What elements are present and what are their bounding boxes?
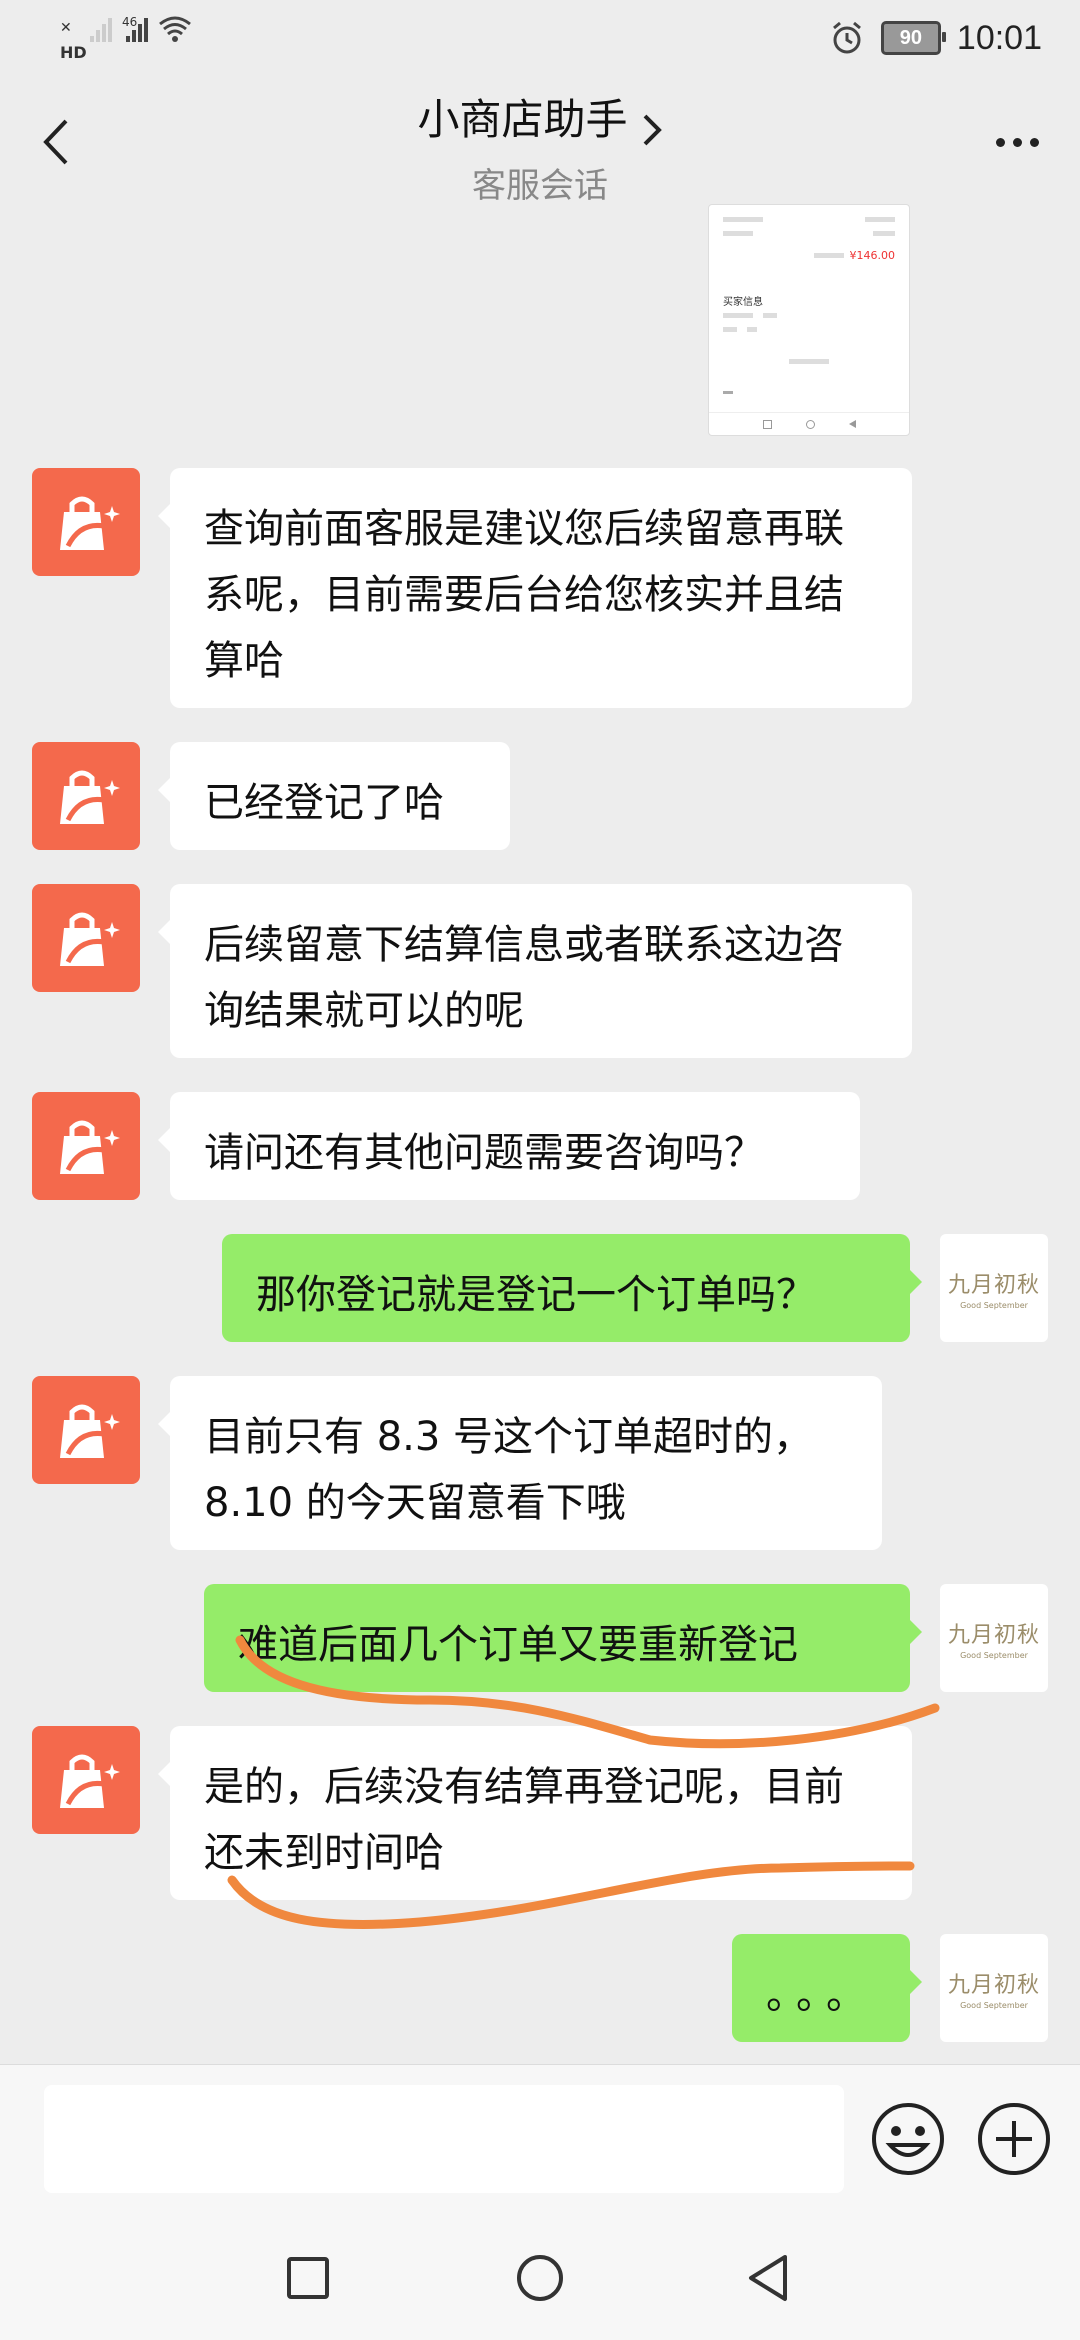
thumb-price-row: ¥146.00 xyxy=(723,249,895,262)
thumb-row xyxy=(723,359,895,364)
thumb-section: 买家信息 xyxy=(723,297,763,308)
chat-title[interactable]: 小商店助手 xyxy=(417,95,627,144)
user-avatar[interactable]: 九月初秋 Good September xyxy=(940,1934,1048,2042)
svg-text:✕: ✕ xyxy=(60,20,72,36)
status-right: 90 10:01 xyxy=(829,14,1042,62)
alarm-icon xyxy=(832,21,861,54)
triangle-back-icon xyxy=(749,2255,787,2301)
dot-icon xyxy=(1029,137,1039,147)
user-avatar[interactable]: 九月初秋 Good September xyxy=(940,1234,1048,1342)
shopping-bag-icon xyxy=(60,1404,120,1458)
input-bar xyxy=(0,2064,1080,2215)
thumb-row xyxy=(723,327,895,332)
thumb-navbar xyxy=(709,412,909,435)
shopping-bag-icon xyxy=(60,912,120,966)
svg-text:HD: HD xyxy=(60,43,87,60)
dot-icon xyxy=(995,137,1005,147)
shopping-bag-icon xyxy=(60,1754,120,1808)
message-bubble-outgoing[interactable]: 。。。 xyxy=(732,1934,922,2042)
circle-icon xyxy=(517,2255,563,2301)
thumb-row xyxy=(723,313,895,318)
message-bubble-incoming[interactable]: 后续留意下结算信息或者联系这边咨询结果就可以的呢 xyxy=(158,884,912,1058)
user-avatar[interactable]: 九月初秋 Good September xyxy=(940,1584,1048,1692)
dot-icon xyxy=(1012,137,1022,147)
bot-avatar[interactable] xyxy=(32,1092,140,1200)
signal-icon: ✕ HD 46 xyxy=(60,15,191,60)
bot-avatar[interactable] xyxy=(32,1726,140,1834)
message-bubble-incoming[interactable]: 已经登记了哈 xyxy=(158,742,510,850)
thumb-price: ¥146.00 xyxy=(849,249,896,262)
shopping-bag-icon xyxy=(60,770,120,824)
chat-subtitle: 客服会话 xyxy=(472,165,608,206)
battery-indicator: 90 xyxy=(880,21,946,55)
shopping-bag-icon xyxy=(60,496,120,550)
home-button[interactable] xyxy=(512,2250,568,2306)
clock: 10:01 xyxy=(956,18,1042,57)
chevron-right-icon xyxy=(643,114,662,145)
status-bar: ✕ HD 46 90 10:01 xyxy=(0,0,1080,72)
thumb-row xyxy=(723,391,895,394)
message-input[interactable] xyxy=(44,2085,844,2193)
message-bubble-outgoing[interactable]: 难道后面几个订单又要重新登记 xyxy=(204,1584,922,1692)
more-options-button[interactable] xyxy=(982,122,1052,162)
thumb-row xyxy=(723,217,895,222)
thumb-row xyxy=(723,231,895,236)
add-attachment-button[interactable] xyxy=(976,2101,1052,2177)
shopping-bag-icon xyxy=(60,1120,120,1174)
message-bubble-incoming[interactable]: 请问还有其他问题需要咨询吗？ xyxy=(158,1092,860,1200)
back-nav-button[interactable] xyxy=(740,2250,796,2306)
smiley-icon xyxy=(872,2103,944,2175)
status-left: ✕ HD 46 xyxy=(60,10,210,66)
square-icon xyxy=(287,2257,329,2299)
bot-avatar[interactable] xyxy=(32,884,140,992)
bot-avatar[interactable] xyxy=(32,468,140,576)
chat-title-area[interactable]: 小商店助手 客服会话 xyxy=(0,86,1080,207)
message-bubble-outgoing[interactable]: 那你登记就是登记一个订单吗？ xyxy=(222,1234,922,1342)
bot-avatar[interactable] xyxy=(32,1376,140,1484)
message-bubble-incoming[interactable]: 查询前面客服是建议您后续留意再联系呢，目前需要后台给您核实并且结算哈 xyxy=(158,468,912,708)
recent-apps-button[interactable] xyxy=(280,2250,336,2306)
svg-text:46: 46 xyxy=(122,15,137,29)
message-bubble-incoming[interactable]: 是的，后续没有结算再登记呢，目前还未到时间哈 xyxy=(158,1726,912,1900)
message-bubble-incoming[interactable]: 目前只有 8.3 号这个订单超时的，8.10 的今天留意看下哦 xyxy=(158,1376,882,1550)
emoji-button[interactable] xyxy=(870,2101,946,2177)
chat-header: 小商店助手 客服会话 xyxy=(0,72,1080,207)
plus-icon xyxy=(978,2103,1050,2175)
bot-avatar[interactable] xyxy=(32,742,140,850)
image-message-thumbnail[interactable]: ¥146.00 买家信息 xyxy=(708,204,910,436)
system-navigation-bar xyxy=(0,2214,1080,2340)
